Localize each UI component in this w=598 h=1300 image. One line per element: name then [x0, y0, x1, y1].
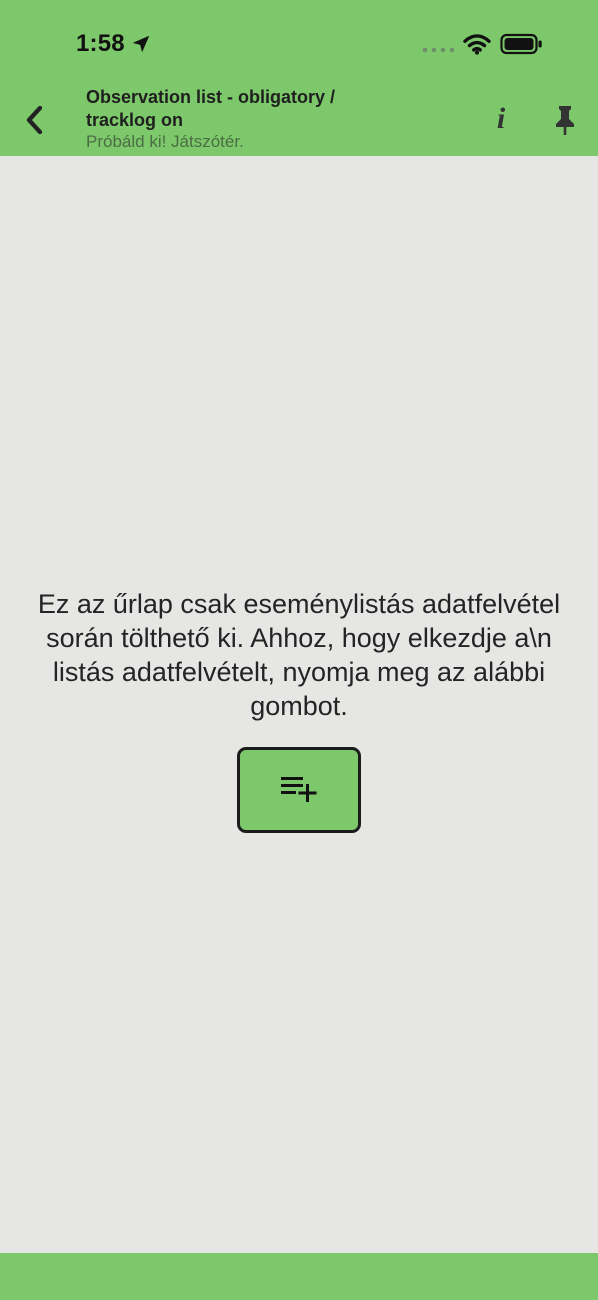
info-icon: i	[496, 102, 506, 135]
battery-icon	[500, 33, 542, 55]
playlist-add-icon	[281, 777, 317, 802]
bottom-bar	[0, 1253, 598, 1300]
list-required-message: Ez az űrlap csak eseménylistás adatfelvé…	[37, 589, 561, 721]
start-list-button[interactable]	[237, 747, 361, 833]
location-arrow-icon	[132, 35, 150, 53]
pin-icon[interactable]	[552, 104, 578, 136]
cellular-signal-icon	[422, 47, 454, 53]
back-button[interactable]	[14, 97, 54, 143]
wifi-icon	[463, 34, 491, 55]
page-title: Observation list - obligatory / tracklog…	[86, 87, 336, 130]
page-subtitle: Próbáld ki! Játszótér.	[86, 132, 244, 151]
chevron-left-icon	[26, 105, 43, 135]
info-button[interactable]: i	[487, 101, 515, 137]
top-app-bar: 1:58 Observation list - obligatory / tra…	[0, 0, 598, 156]
status-time: 1:58	[76, 30, 125, 57]
